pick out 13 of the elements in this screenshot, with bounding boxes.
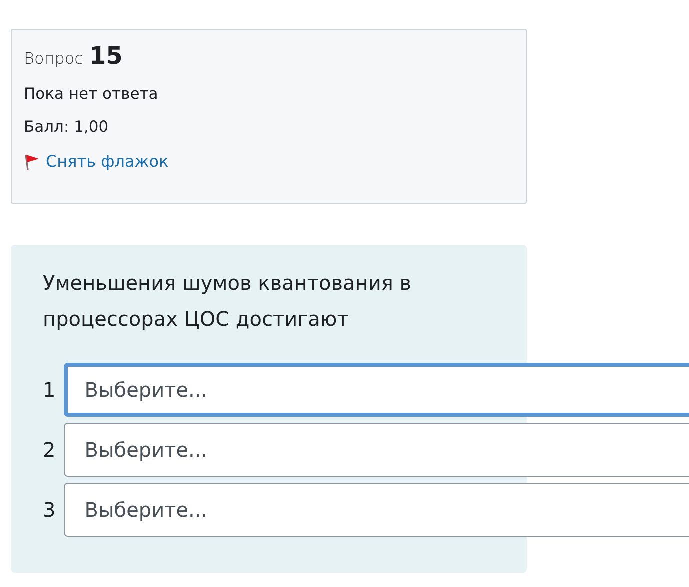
select-field[interactable]: Выберите... (64, 483, 689, 537)
select-field[interactable]: Выберите... (64, 363, 689, 417)
answer-number: 2 (43, 438, 56, 462)
remove-flag-link[interactable]: Снять флажок (46, 152, 169, 171)
grade-text: Балл: 1,00 (24, 118, 110, 136)
answer-status: Пока нет ответа (24, 85, 160, 103)
flag-icon (24, 152, 40, 170)
answer-number: 3 (43, 498, 56, 522)
question-number: 15 (89, 42, 123, 70)
answer-number: 1 (43, 378, 56, 402)
question-text: Уменьшения шумов квантования в процессорах ЦОС достигают (43, 270, 412, 333)
select-field[interactable]: Выберите... (64, 423, 689, 477)
question-label: Вопрос (24, 49, 84, 68)
